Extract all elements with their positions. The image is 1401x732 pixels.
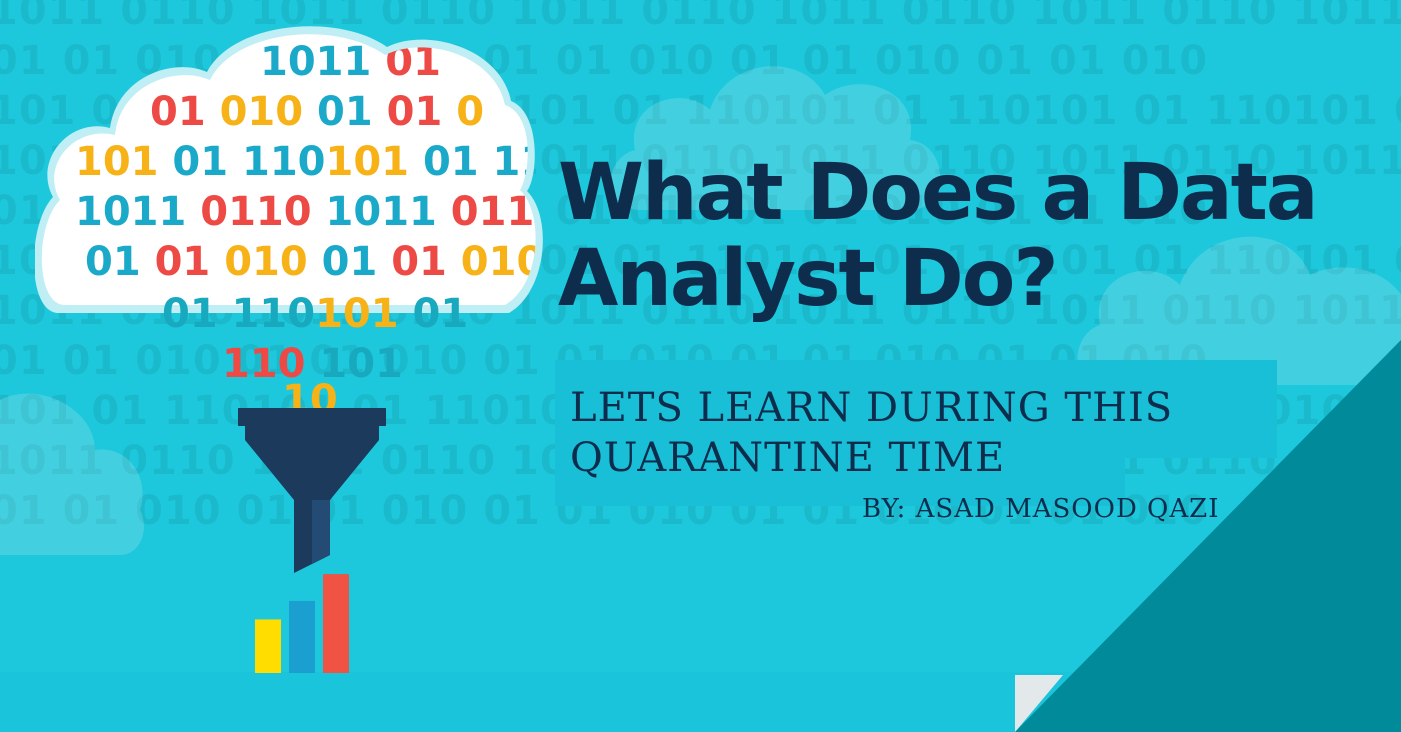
title-line: Analyst Do? — [558, 234, 1059, 324]
title-line: What Does a Data — [558, 148, 1319, 238]
subtitle-line: QUARANTINE TIME — [570, 435, 1006, 481]
subtitle: LETS LEARN DURING THIS QUARANTINE TIME — [570, 383, 1173, 483]
author-byline: BY: ASAD MASOOD QAZI — [862, 494, 1220, 524]
subtitle-line: LETS LEARN DURING THIS — [570, 385, 1174, 431]
page-title: What Does a Data Analyst Do? — [558, 148, 1319, 324]
banner: 1011 0110 1011 0110 1011 0110 1011 0110 … — [0, 0, 1401, 732]
